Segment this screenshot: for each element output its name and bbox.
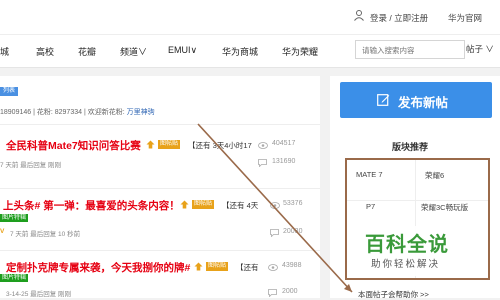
search-input[interactable] [362,44,442,56]
hot-icon [180,200,189,209]
search-type-label: 帖子 [466,44,484,54]
login-register-link[interactable]: 登录 / 立即注册 [370,12,428,24]
reply-icon [258,159,267,167]
nav-item-huawei-mall[interactable]: 华为商城 [222,45,258,58]
nav-item-huaban[interactable]: 花瓣 [78,45,96,58]
view-count: 43988 [282,262,302,269]
block-link-honor3c[interactable]: 荣耀3C畅玩版 [421,202,468,213]
watermark: 百科全说 助你轻松解决 [347,226,472,276]
nav-item-campus[interactable]: 高校 [36,45,54,58]
user-icon [354,10,364,21]
hot-icon [194,262,203,271]
time-remaining: 【还有 4天 [222,201,259,210]
block-link-honor6[interactable]: 荣耀6 [425,170,444,181]
reply-icon [270,229,279,237]
watermark-subtitle: 助你轻松解决 [371,259,441,270]
thread-title-link[interactable]: 全民科普Mate7知识问答比赛 [6,138,141,153]
new-member-link[interactable]: 万里神驹 [127,109,155,116]
list-view-tab[interactable]: 列表 [0,87,18,96]
block-recommend-title: 版块推荐 [391,142,428,152]
forum-stats: 18909146 | 花粉: 8297334 | 欢迎新花粉: 万里神驹 [0,107,155,117]
thread-meta: 3-14-25 最后回复 刚刚 [6,291,72,298]
divider [0,124,320,125]
edit-icon [377,94,390,106]
watermark-title: 百科全说 [365,234,449,256]
hot-icon [146,140,155,149]
block-link-mate7[interactable]: MATE 7 [356,170,383,179]
views-icon [268,264,278,271]
reply-count: 20030 [283,228,303,235]
post-new-thread-button[interactable]: 发布新帖 [340,82,492,118]
divider [347,200,488,201]
search-type-select[interactable]: 帖子 ∨ [466,43,494,55]
image-post-badge: 图帖贴 [206,262,229,271]
reply-count: 131690 [272,158,296,165]
thread-title-link[interactable]: 定制扑克牌专属来袭，今天我捌你的牌# [6,260,190,275]
photo-feature-tag: 图片特辑 [0,274,29,282]
vip-mark: V [0,228,5,235]
reply-count: 2000 [282,288,298,295]
stats-text: 18909146 | 花粉: 8297334 | 欢迎新花粉: [0,109,127,116]
views-icon [270,202,280,209]
nav-item-channel[interactable]: 频道∨ [120,45,147,58]
reply-icon [268,289,277,297]
annotation-label: 本面帖子会帮助你 >> [358,290,429,299]
thread-meta: 7 天前 最后回复 10 秒前 [10,231,81,238]
divider [0,250,320,251]
nav-item-mall[interactable]: 城 [0,45,9,58]
view-count: 404517 [272,140,296,147]
block-link-p7[interactable]: P7 [366,202,375,211]
thread-title-link[interactable]: 上头条# 第一弹：最喜爱的头条内容！ [3,198,180,213]
photo-feature-tag: 图片特辑 [0,214,29,222]
official-site-link[interactable]: 华为官网 [448,12,482,24]
divider [0,188,320,189]
time-remaining: 【还有 3天4小时17 [188,141,252,150]
chevron-down-icon: ∨ [485,44,494,54]
time-remaining: 【还有 [236,263,259,272]
thread-meta: 7 天前 最后回复 刚刚 [0,162,62,169]
nav-item-honor[interactable]: 华为荣耀 [282,45,318,58]
thread-list-panel: 列表 18909146 | 花粉: 8297334 | 欢迎新花粉: 万里神驹 … [0,76,320,298]
top-bar: 登录 / 立即注册 华为官网 [0,0,500,34]
view-count: 53376 [283,200,303,207]
image-post-badge: 图帖贴 [158,140,181,149]
views-icon [258,142,268,149]
post-button-label: 发布新帖 [398,96,449,110]
search-box [355,40,465,59]
nav-item-emui[interactable]: EMUI∨ [168,45,197,56]
image-post-badge: 图帖贴 [192,200,215,209]
